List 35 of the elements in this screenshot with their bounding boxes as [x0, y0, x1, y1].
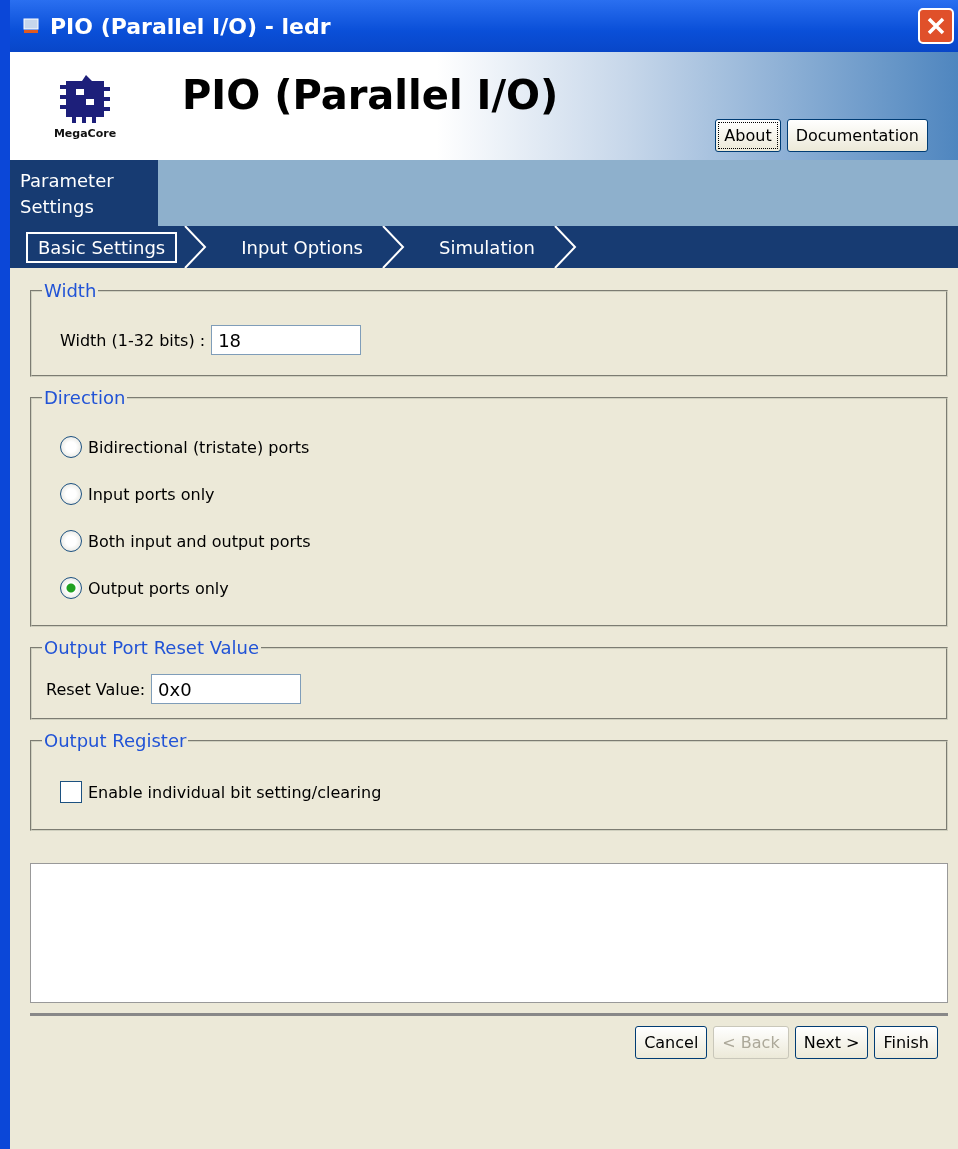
tab[interactable]: Parameter Settings [10, 160, 158, 226]
radio-label: Both input and output ports [88, 531, 311, 551]
radio-button[interactable] [60, 530, 82, 552]
chevron-icon [552, 226, 579, 268]
step-tab[interactable]: Input Options [229, 231, 375, 263]
group-title: Width [43, 280, 98, 301]
group-title: Output Register [43, 730, 188, 751]
wizard-button[interactable]: Next > [794, 1026, 869, 1059]
group-title: Direction [43, 387, 127, 408]
group-title: Output Port Reset Value [43, 637, 261, 658]
page-title: PIO (Parallel I/O) [182, 72, 560, 120]
close-icon [926, 16, 946, 36]
wizard-button[interactable]: Cancel [635, 1026, 708, 1059]
header-button[interactable]: About [715, 119, 781, 152]
step-tab[interactable]: Basic Settings [26, 231, 178, 263]
chevron-icon [381, 226, 407, 268]
radio-label: Bidirectional (tristate) ports [88, 437, 310, 457]
field-label: Reset Value: [46, 679, 146, 699]
input-field[interactable]: 18 [211, 325, 362, 355]
wizard-button[interactable]: Finish [874, 1026, 938, 1059]
radio-label: Input ports only [88, 484, 215, 504]
close-button[interactable] [918, 8, 954, 44]
window-title: PIO (Parallel I/O) - ledr [50, 13, 332, 39]
window-icon [22, 17, 40, 35]
radio-button[interactable] [60, 577, 82, 599]
radio-button[interactable] [60, 483, 82, 505]
checkbox[interactable] [60, 781, 82, 803]
logo-text: MegaCore [53, 126, 117, 140]
radio-label: Output ports only [88, 578, 229, 598]
input-field[interactable]: 0x0 [151, 674, 302, 704]
radio-button[interactable] [60, 436, 82, 458]
field-label: Width (1-32 bits) : [60, 330, 206, 350]
checkbox-label: Enable individual bit setting/clearing [88, 782, 382, 802]
step-tab[interactable]: Simulation [427, 231, 547, 263]
header-button[interactable]: Documentation [786, 119, 928, 152]
